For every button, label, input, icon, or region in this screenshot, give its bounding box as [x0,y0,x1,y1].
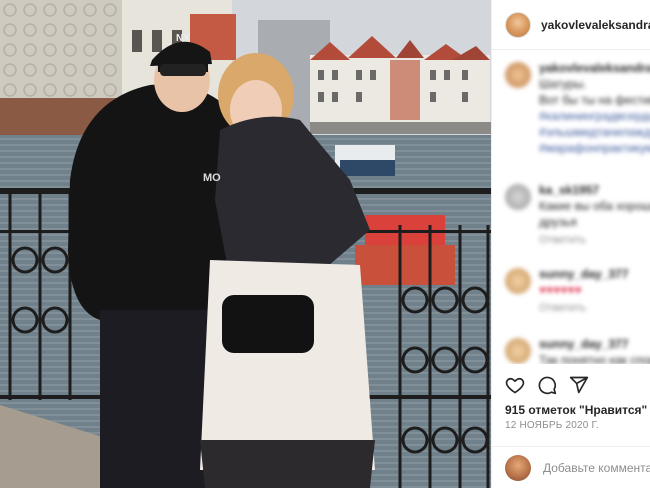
commenter-name[interactable]: sunny_day_377 [539,267,628,281]
commenter-name[interactable]: sunny_day_377 [539,337,628,351]
jacket-logo-text: MO [203,172,221,184]
reply-link[interactable]: Ответить [539,234,650,246]
post-header: yakovlevaleksandra • [492,0,650,50]
commenter-avatar[interactable] [505,184,531,210]
comment-text: Какие вы оба хорошие [539,199,650,213]
list-item: sunny_day_377 ♥♥♥♥♥♥ Ответить [505,266,650,314]
commenter-avatar[interactable] [505,268,531,294]
post-photo: NY MO [0,0,491,488]
commenter-avatar[interactable] [505,62,531,88]
share-icon[interactable] [569,375,589,395]
current-user-avatar [505,454,531,481]
comment-text: друзья [539,215,577,229]
author-avatar[interactable] [505,11,531,38]
list-item: yakovlevaleksandra Шатуры. Вот бы ты на … [505,60,650,156]
add-comment-input[interactable] [543,460,650,475]
cap-logo-text: NY [176,33,190,44]
comment-text: ♥♥♥♥♥♥ [539,283,582,297]
commenter-name[interactable]: ka_sk1957 [539,183,599,197]
comment-text: Шатуры. [539,77,587,91]
post-side-panel: yakovlevaleksandra • yakovlevaleksandra … [491,0,650,488]
comments-list: yakovlevaleksandra Шатуры. Вот бы ты на … [492,54,650,364]
likes-count[interactable]: 915 отметок "Нравится" [505,403,647,417]
post-actions [492,368,650,402]
commenter-name[interactable]: yakovlevaleksandra [539,61,650,75]
list-item: ka_sk1957 Какие вы оба хорошие друзья От… [505,182,650,246]
post-date: 12 НОЯБРЬ 2020 Г. [505,420,599,431]
heart-icon[interactable] [505,375,525,395]
list-item: sunny_day_377 Так понятно как спорт [505,336,650,364]
comment-text: Вот бы ты на фестиваль [539,93,650,107]
hashtag-link[interactable]: #эльшмидтанилаждугу [539,124,650,140]
hashtag-link[interactable]: #марафонпрактикум [539,140,650,156]
reply-link[interactable]: Ответить [539,302,650,314]
author-username[interactable]: yakovlevaleksandra [541,18,650,32]
comment-text: Так понятно как спорт [539,353,650,364]
post-photo-illustration [0,0,491,488]
commenter-avatar[interactable] [505,338,531,364]
add-comment-bar [492,446,650,488]
comment-icon[interactable] [537,375,557,395]
hashtag-link[interactable]: #калининградвсердце [539,108,650,124]
